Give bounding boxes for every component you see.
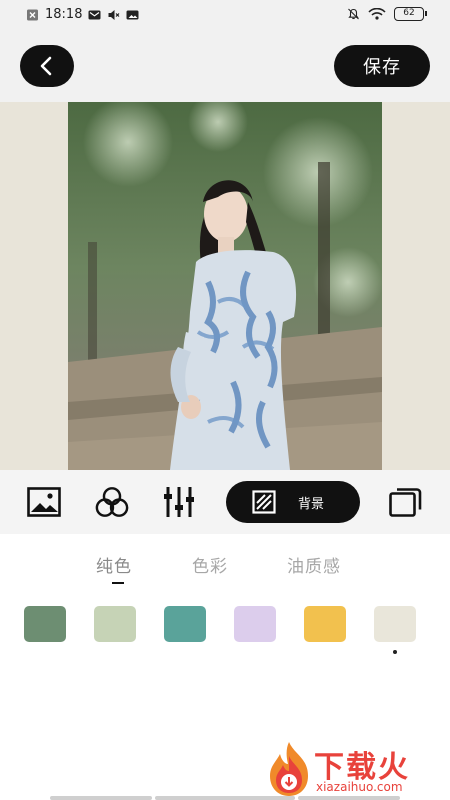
watermark-url: xiazaihuo.com — [316, 780, 403, 794]
color-swatches — [0, 606, 450, 646]
background-button-label: 背景 — [298, 496, 325, 512]
battery-indicator: 62 — [394, 7, 427, 21]
tool-adjust[interactable] — [162, 486, 196, 518]
edit-toolbar: 背景 — [0, 470, 450, 534]
mute-icon — [108, 9, 120, 20]
nav-indicator-1 — [50, 796, 152, 800]
image-icon — [126, 10, 139, 19]
tab-active-indicator — [112, 582, 124, 584]
chevron-left-icon — [40, 56, 52, 76]
tool-layers[interactable] — [389, 486, 423, 518]
header: 保存 — [0, 30, 450, 102]
swatch-sage-green[interactable] — [24, 606, 66, 642]
back-button[interactable] — [20, 45, 74, 87]
status-bar: 18:18 62 — [0, 0, 450, 30]
sliders-adjust-icon — [164, 487, 194, 517]
swatch-teal[interactable] — [164, 606, 206, 642]
nav-indicator-3 — [298, 796, 400, 800]
image-icon — [27, 487, 61, 517]
circles-filter-icon — [95, 487, 129, 517]
status-time: 18:18 — [45, 7, 83, 22]
tab-oil-texture[interactable]: 油质感 — [287, 552, 341, 577]
layers-icon — [389, 488, 422, 517]
editor-canvas — [0, 102, 450, 470]
hatch-square-icon — [252, 490, 276, 514]
wifi-icon — [368, 8, 386, 20]
photo-preview[interactable] — [68, 102, 382, 470]
tool-image[interactable] — [27, 486, 61, 518]
swatch-light-green[interactable] — [94, 606, 136, 642]
nav-indicator-2 — [155, 796, 295, 800]
flame-logo-icon — [270, 742, 308, 796]
mail-icon — [88, 10, 101, 19]
tool-filter[interactable] — [95, 486, 129, 518]
watermark: 下载火 xiazaihuo.com — [262, 740, 450, 800]
swatch-selected-dot — [393, 650, 397, 654]
status-left: 18:18 — [26, 7, 139, 22]
tab-solid-color[interactable]: 纯色 — [96, 552, 132, 577]
close-box-icon — [27, 9, 38, 20]
swatch-yellow[interactable] — [304, 606, 346, 642]
background-button[interactable]: 背景 — [226, 481, 360, 523]
save-button[interactable]: 保存 — [334, 45, 430, 87]
status-right: 62 — [347, 7, 427, 21]
swatch-lavender[interactable] — [234, 606, 276, 642]
bell-off-icon — [348, 8, 359, 20]
background-tabs: 纯色 色彩 油质感 — [0, 548, 450, 588]
swatch-beige[interactable] — [374, 606, 416, 642]
tab-color[interactable]: 色彩 — [192, 552, 228, 577]
portrait-photo — [68, 102, 382, 470]
